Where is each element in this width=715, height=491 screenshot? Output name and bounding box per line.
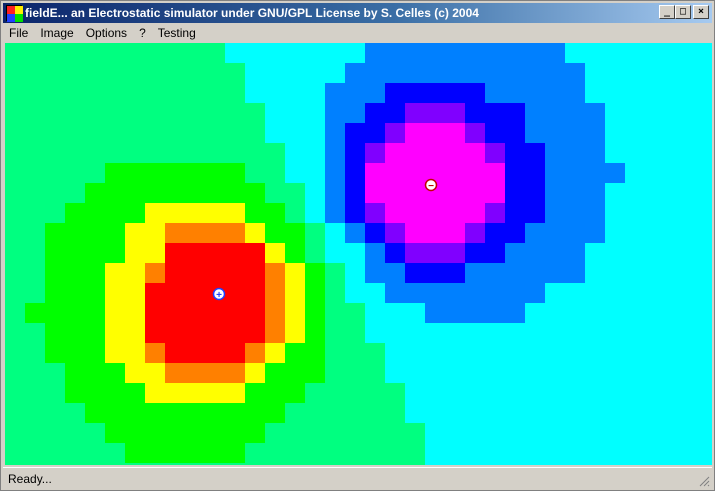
maximize-icon: □: [679, 6, 687, 17]
menu-image[interactable]: Image: [34, 24, 79, 42]
window-title: fieldE... an Electrostatic simulator und…: [25, 6, 479, 20]
menu-help[interactable]: ?: [133, 24, 152, 42]
minimize-button[interactable]: _: [659, 5, 675, 19]
window-controls: _ □ ×: [659, 5, 709, 19]
field-canvas[interactable]: + −: [5, 43, 712, 465]
menu-options[interactable]: Options: [80, 24, 133, 42]
status-text: Ready...: [8, 471, 52, 486]
negative-charge-symbol: −: [428, 181, 434, 192]
status-bar: Ready...: [3, 467, 712, 489]
menu-bar: File Image Options ? Testing: [3, 24, 712, 42]
minimize-icon: _: [663, 6, 671, 17]
potential-field-map[interactable]: + −: [5, 43, 712, 465]
app-icon[interactable]: [6, 5, 23, 22]
close-button[interactable]: ×: [693, 5, 709, 19]
potential-zone-positive-4-notch: [205, 363, 225, 383]
close-icon: ×: [697, 6, 705, 17]
maximize-button[interactable]: □: [675, 5, 691, 19]
menu-file[interactable]: File: [3, 24, 34, 42]
menu-testing[interactable]: Testing: [152, 24, 202, 42]
positive-charge-symbol: +: [216, 290, 222, 301]
title-bar[interactable]: fieldE... an Electrostatic simulator und…: [3, 3, 712, 23]
application-window: fieldE... an Electrostatic simulator und…: [0, 0, 715, 491]
resize-grip-icon[interactable]: [698, 475, 710, 487]
